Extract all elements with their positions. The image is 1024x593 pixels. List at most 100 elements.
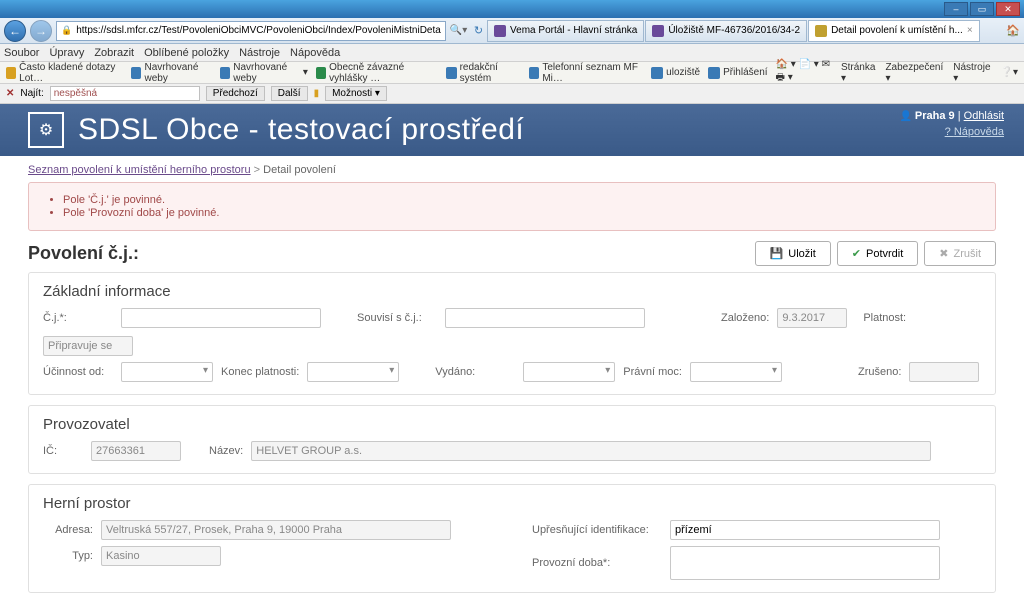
url-text: https://sdsl.mfcr.cz/Test/PovoleniObciMV…	[76, 25, 441, 36]
find-highlight-icon[interactable]: ▮	[314, 88, 320, 99]
url-field[interactable]: 🔒 https://sdsl.mfcr.cz/Test/PovoleniObci…	[56, 21, 446, 41]
field-zalozeno	[777, 308, 847, 328]
back-button[interactable]: ←	[4, 20, 26, 42]
tools-menu[interactable]: Nástroje ▾	[953, 62, 990, 84]
find-bar: ✕ Najít: Předchozí Další ▮ Možnosti ▾	[0, 84, 1024, 104]
menu-item[interactable]: Nápověda	[290, 47, 340, 59]
help-link[interactable]: Nápověda	[900, 126, 1004, 138]
browser-tab[interactable]: Úložiště MF-46736/2016/34-2	[645, 20, 807, 42]
bookmark-item[interactable]: Navrhované weby	[131, 62, 212, 84]
textarea-provozni-doba[interactable]	[670, 546, 940, 580]
bookmark-item[interactable]: Obecně závazné vyhlášky …	[316, 62, 439, 84]
site-icon	[708, 67, 720, 79]
field-platnost	[43, 336, 133, 356]
user-name: Praha 9	[915, 110, 955, 122]
panel-heading: Herní prostor	[43, 495, 981, 512]
app-header: ⚙ SDSL Obce - testovací prostředí Praha …	[0, 104, 1024, 156]
find-input[interactable]	[50, 86, 200, 101]
bookmark-item[interactable]: Často kladené dotazy Lot…	[6, 62, 123, 84]
label-typ: Typ:	[43, 550, 93, 562]
input-souvisi[interactable]	[445, 308, 645, 328]
label-ic: IČ:	[43, 445, 83, 457]
select-vydano[interactable]	[523, 362, 615, 382]
field-zruseno	[909, 362, 979, 382]
home-icon[interactable]: 🏠	[1006, 24, 1020, 37]
favicon-icon	[494, 25, 506, 37]
select-konec-platnosti[interactable]	[307, 362, 399, 382]
security-menu[interactable]: Zabezpečení ▾	[885, 62, 943, 84]
select-pravni-moc[interactable]	[690, 362, 782, 382]
bookmarks-bar: Často kladené dotazy Lot… Navrhované web…	[0, 62, 1024, 84]
label-vydano: Vydáno:	[435, 366, 515, 378]
breadcrumb: Seznam povolení k umístění herního prost…	[28, 156, 996, 182]
find-prev-button[interactable]: Předchozí	[206, 86, 265, 101]
panel-provozovatel: Provozovatel IČ: Název:	[28, 405, 996, 474]
help-icon[interactable]: ❔▾	[1001, 67, 1018, 78]
select-ucinnost-od[interactable]	[121, 362, 213, 382]
label-adresa: Adresa:	[43, 524, 93, 536]
find-label: Najít:	[20, 88, 43, 99]
save-button[interactable]: 💾Uložit	[755, 241, 831, 266]
site-icon	[316, 67, 326, 79]
tab-strip: Vema Portál - Hlavní stránka Úložiště MF…	[487, 20, 998, 42]
breadcrumb-sep: >	[254, 164, 260, 176]
menu-item[interactable]: Zobrazit	[94, 47, 134, 59]
window-close-button[interactable]: ✕	[996, 2, 1020, 16]
window-minimize-button[interactable]: –	[944, 2, 968, 16]
bookmark-item[interactable]: Přihlášení	[708, 67, 767, 79]
panel-basic-info: Základní informace Č.j.*: Souvisí s č.j.…	[28, 272, 996, 395]
window-maximize-button[interactable]: ▭	[970, 2, 994, 16]
find-next-button[interactable]: Další	[271, 86, 308, 101]
bookmark-item[interactable]: redakční systém	[446, 62, 521, 84]
browser-tab[interactable]: Vema Portál - Hlavní stránka	[487, 20, 644, 42]
alert-item: Pole 'Provozní doba' je povinné.	[63, 207, 979, 219]
menu-item[interactable]: Oblíbené položky	[144, 47, 229, 59]
menu-item[interactable]: Nástroje	[239, 47, 280, 59]
panel-herni-prostor: Herní prostor Adresa: Typ: Upřesňující i…	[28, 484, 996, 593]
input-upres[interactable]	[670, 520, 940, 540]
save-icon: 💾	[770, 247, 784, 260]
tab-close-icon[interactable]: ×	[967, 25, 973, 36]
breadcrumb-link[interactable]: Seznam povolení k umístění herního prost…	[28, 164, 251, 176]
site-icon	[220, 67, 230, 79]
title-row: Povolení č.j.: 💾Uložit ✔Potvrdit ✖Zrušit	[28, 241, 996, 266]
app-title: SDSL Obce - testovací prostředí	[78, 113, 524, 147]
check-icon: ✔	[852, 247, 861, 260]
menu-item[interactable]: Úpravy	[49, 47, 84, 59]
search-icon[interactable]: 🔍▾	[450, 25, 470, 36]
star-icon	[6, 67, 16, 79]
page-menu[interactable]: Stránka ▾	[841, 62, 875, 84]
menu-item[interactable]: Soubor	[4, 47, 39, 59]
confirm-button[interactable]: ✔Potvrdit	[837, 241, 919, 266]
field-nazev	[251, 441, 931, 461]
bookmark-item[interactable]: Telefonní seznam MF Mi…	[529, 62, 643, 84]
cancel-button[interactable]: ✖Zrušit	[924, 241, 996, 266]
address-bar: ← → 🔒 https://sdsl.mfcr.cz/Test/Povoleni…	[0, 18, 1024, 44]
label-provozni-doba: Provozní doba*:	[532, 557, 662, 569]
site-icon	[529, 67, 539, 79]
label-platnost: Platnost:	[863, 312, 906, 324]
label-cj: Č.j.*:	[43, 312, 113, 324]
page-title: Povolení č.j.:	[28, 243, 139, 264]
find-close-icon[interactable]: ✕	[6, 88, 14, 99]
browser-tab[interactable]: Detail povolení k umístění h...×	[808, 20, 980, 42]
label-pravni-moc: Právní moc:	[623, 366, 682, 378]
toolbar-icons[interactable]: 🏠 ▾ 📄 ▾ ✉ 🖶 ▾	[776, 59, 831, 87]
bookmark-item[interactable]: Navrhované weby▾	[220, 62, 308, 84]
user-icon	[900, 110, 915, 122]
user-panel: Praha 9 | Odhlásit Nápověda	[900, 110, 1004, 138]
bookmark-item[interactable]: uloziště	[651, 67, 700, 79]
field-typ	[101, 546, 221, 566]
forward-button[interactable]: →	[30, 20, 52, 42]
refresh-icon[interactable]: ↻	[474, 24, 483, 37]
label-nazev: Název:	[209, 445, 243, 457]
window-titlebar: – ▭ ✕	[0, 0, 1024, 18]
find-options-button[interactable]: Možnosti ▾	[325, 86, 387, 101]
label-konec: Konec platnosti:	[221, 366, 299, 378]
logout-link[interactable]: Odhlásit	[964, 110, 1004, 122]
validation-alert: Pole 'Č.j.' je povinné. Pole 'Provozní d…	[28, 182, 996, 231]
breadcrumb-current: Detail povolení	[263, 164, 336, 176]
input-cj[interactable]	[121, 308, 321, 328]
field-adresa	[101, 520, 451, 540]
cancel-icon: ✖	[939, 247, 948, 260]
